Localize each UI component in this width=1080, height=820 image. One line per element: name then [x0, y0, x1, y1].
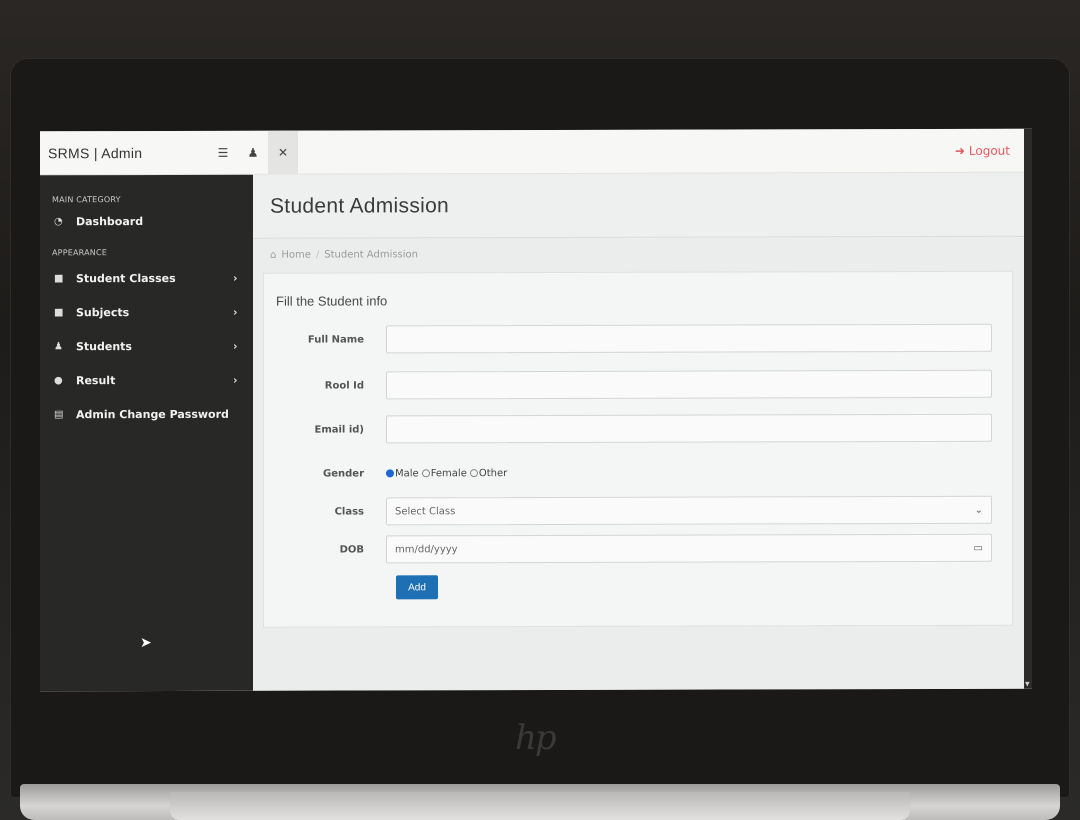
roll-id-input[interactable] — [386, 369, 992, 400]
card-title: Fill the Student info — [276, 293, 388, 309]
sidebar-item-label: Result — [76, 373, 116, 387]
sidebar-item-subjects[interactable]: ■ Subjects › — [40, 295, 253, 330]
sidebar-item-label: Students — [76, 339, 132, 353]
server-icon: ▤ — [54, 408, 64, 420]
chevron-right-icon: › — [233, 339, 238, 353]
gender-radio-female[interactable]: Female — [421, 467, 467, 479]
file-icon: ■ — [54, 306, 64, 318]
logout-button[interactable]: ➜ Logout — [955, 143, 1010, 157]
dob-label: DOB — [339, 543, 364, 556]
class-select-value: Select Class — [395, 505, 456, 517]
gender-option-label: Male — [395, 467, 419, 479]
chevron-right-icon: › — [233, 305, 238, 319]
laptop-hinge — [170, 792, 910, 820]
sidebar-item-result[interactable]: ● Result › — [40, 363, 253, 398]
breadcrumb-home[interactable]: Home — [281, 249, 311, 260]
dob-placeholder: mm/dd/yyyy — [395, 543, 458, 555]
home-icon: ⌂ — [270, 249, 277, 261]
sidebar-item-students[interactable]: ♟ Students › — [40, 329, 253, 364]
sidebar-section-main: MAIN CATEGORY — [52, 195, 121, 205]
dashboard-icon: ◔ — [54, 215, 63, 227]
page-title: Student Admission — [253, 172, 1024, 239]
class-row: Class Select Class ⌄ — [264, 495, 1014, 526]
sidebar-item-dashboard[interactable]: ◔ Dashboard — [40, 204, 253, 239]
top-navbar: SRMS | Admin ☰ ♟ ✕ ➜ Logout — [40, 128, 1024, 176]
scrollbar[interactable]: ▼ — [1024, 128, 1032, 689]
sidebar-item-label: Subjects — [76, 305, 130, 319]
brand-title[interactable]: SRMS | Admin — [40, 144, 208, 161]
email-input[interactable] — [386, 413, 992, 444]
logout-label: Logout — [968, 143, 1010, 158]
breadcrumb: ⌂ Home / Student Admission — [253, 237, 1024, 271]
email-label: Email id) — [314, 423, 365, 436]
main-content: Student Admission ⌂ Home / Student Admis… — [253, 172, 1024, 691]
dob-input[interactable]: mm/dd/yyyy ▭ — [386, 533, 992, 564]
sidebar-item-admin-change-password[interactable]: ▤ Admin Change Password — [40, 397, 253, 432]
sidebar-section-appearance: APPEARANCE — [52, 248, 107, 258]
dob-row: DOB mm/dd/yyyy ▭ — [264, 533, 1014, 564]
mouse-cursor-icon: ➤ — [140, 635, 152, 652]
gender-radio-male[interactable]: Male — [386, 468, 419, 479]
gender-option-label: Other — [478, 467, 508, 479]
roll-id-label: Rool Id — [324, 379, 364, 392]
user-icon[interactable]: ♟ — [238, 145, 268, 159]
chevron-right-icon: › — [233, 373, 238, 387]
calendar-icon[interactable]: ▭ — [974, 542, 983, 553]
chevron-right-icon: › — [233, 271, 238, 285]
gender-label: Gender — [323, 467, 364, 480]
class-select[interactable]: Select Class ⌄ — [386, 495, 992, 526]
gender-option-label: Female — [430, 467, 467, 479]
hp-logo: hp — [515, 718, 557, 758]
breadcrumb-current: Student Admission — [324, 248, 418, 261]
sign-out-icon: ➜ — [954, 143, 965, 158]
sidebar-item-label: Admin Change Password — [76, 407, 229, 421]
screen: SRMS | Admin ☰ ♟ ✕ ➜ Logout MAIN CATEGOR… — [40, 128, 1032, 692]
sidebar: MAIN CATEGORY ◔ Dashboard APPEARANCE ■ S… — [40, 174, 253, 692]
info-icon: ● — [54, 374, 63, 386]
full-name-input[interactable] — [386, 323, 992, 354]
sidebar-item-label: Student Classes — [76, 271, 176, 285]
scroll-down-icon[interactable]: ▼ — [1025, 681, 1031, 688]
gender-radio-other[interactable]: Other — [469, 467, 508, 479]
radio-unchecked-icon — [421, 469, 430, 478]
gender-radio-group: Male Female Other — [386, 468, 507, 479]
expand-icon[interactable]: ✕ — [268, 130, 298, 175]
roll-id-row: Rool Id — [264, 369, 1014, 400]
full-name-label: Full Name — [307, 333, 364, 346]
add-button[interactable]: Add — [396, 575, 438, 600]
chevron-down-icon: ⌄ — [974, 504, 983, 516]
laptop-base — [20, 784, 1060, 820]
full-name-row: Full Name — [264, 323, 1014, 354]
class-label: Class — [334, 505, 364, 518]
sidebar-item-label: Dashboard — [76, 214, 144, 228]
breadcrumb-separator: / — [315, 249, 320, 261]
radio-checked-icon — [386, 469, 394, 478]
student-form-card: Fill the Student info Full Name Rool Id … — [263, 270, 1014, 628]
users-icon: ♟ — [54, 340, 63, 352]
list-icon[interactable]: ☰ — [208, 145, 238, 159]
file-icon: ■ — [54, 272, 64, 284]
gender-row: Gender Male Female Other — [264, 458, 1014, 488]
sidebar-item-student-classes[interactable]: ■ Student Classes › — [40, 261, 253, 296]
radio-unchecked-icon — [469, 469, 478, 478]
email-row: Email id) — [264, 413, 1014, 444]
